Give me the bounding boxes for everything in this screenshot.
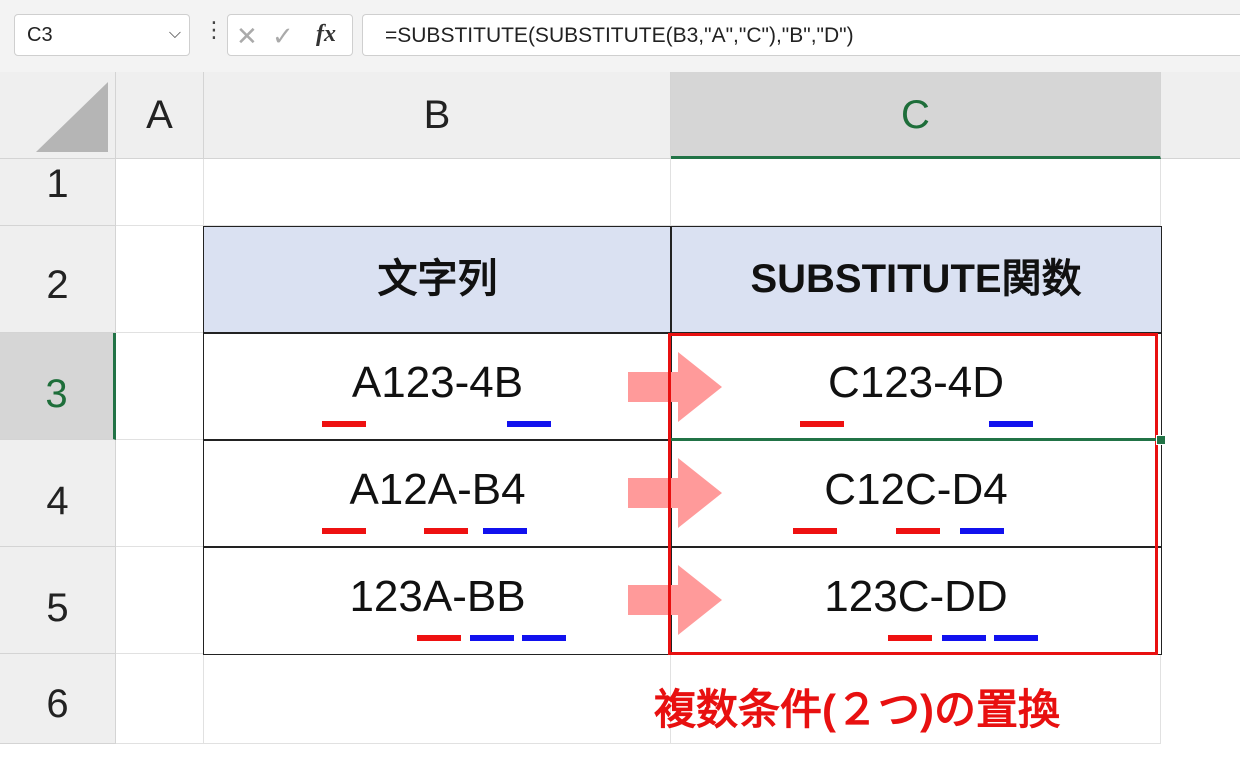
underline-marker-blue	[483, 528, 527, 534]
formula-input[interactable]: =SUBSTITUTE(SUBSTITUTE(B3,"A","C"),"B","…	[362, 14, 1240, 56]
row-header-4[interactable]: 4	[0, 440, 116, 547]
column-header-a[interactable]: A	[116, 72, 204, 159]
row-header-5[interactable]: 5	[0, 547, 116, 654]
underline-marker-blue	[507, 421, 551, 427]
cell-a4[interactable]	[116, 440, 204, 547]
enter-icon[interactable]: ✓	[272, 21, 294, 52]
formula-text: =SUBSTITUTE(SUBSTITUTE(B3,"A","C"),"B","…	[385, 24, 854, 47]
formula-buttons: ✕ ✓ fx	[227, 14, 353, 56]
underline-marker-red	[322, 528, 366, 534]
formula-bar: C3 ⌵ ⋮ ✕ ✓ fx =SUBSTITUTE(SUBSTITUTE(B3,…	[0, 0, 1240, 72]
underline-marker-red	[424, 528, 468, 534]
column-header-b[interactable]: B	[204, 72, 671, 159]
fill-handle[interactable]	[1156, 435, 1166, 445]
select-all-corner[interactable]	[0, 72, 116, 159]
row-header-3[interactable]: 3	[0, 333, 116, 440]
cell-b1[interactable]	[204, 159, 671, 226]
active-cell-indicator	[671, 438, 1161, 441]
cell-a2[interactable]	[116, 226, 204, 333]
row-header-1[interactable]: 1	[0, 159, 116, 226]
cell-a1[interactable]	[116, 159, 204, 226]
underline-marker-red	[322, 421, 366, 427]
cell-b3[interactable]: A123-4B	[204, 358, 671, 408]
select-all-triangle-icon	[36, 82, 108, 152]
underline-marker-red	[417, 635, 461, 641]
more-options-icon[interactable]: ⋮	[203, 19, 225, 41]
cell-a6[interactable]	[116, 654, 204, 744]
result-highlight-box	[668, 333, 1158, 655]
cell-b5[interactable]: 123A-BB	[204, 572, 671, 622]
row-header-2[interactable]: 2	[0, 226, 116, 333]
cell-a5[interactable]	[116, 547, 204, 654]
column-header-c[interactable]: C	[671, 72, 1161, 159]
cancel-icon[interactable]: ✕	[236, 21, 258, 52]
name-box[interactable]: C3 ⌵	[14, 14, 190, 56]
cell-b4[interactable]: A12A-B4	[204, 465, 671, 515]
chevron-down-icon[interactable]: ⌵	[169, 25, 181, 43]
cell-a3[interactable]	[116, 333, 204, 440]
caption-text: 複数条件(２つ)の置換	[654, 686, 1060, 733]
name-box-value: C3	[27, 24, 53, 46]
insert-function-icon[interactable]: fx	[316, 21, 336, 48]
row-header-6[interactable]: 6	[0, 654, 116, 744]
column-header-blank[interactable]	[1161, 72, 1240, 159]
underline-marker-blue	[522, 635, 566, 641]
underline-marker-blue	[470, 635, 514, 641]
cell-b6[interactable]	[204, 654, 671, 744]
cell-c1[interactable]	[671, 159, 1161, 226]
